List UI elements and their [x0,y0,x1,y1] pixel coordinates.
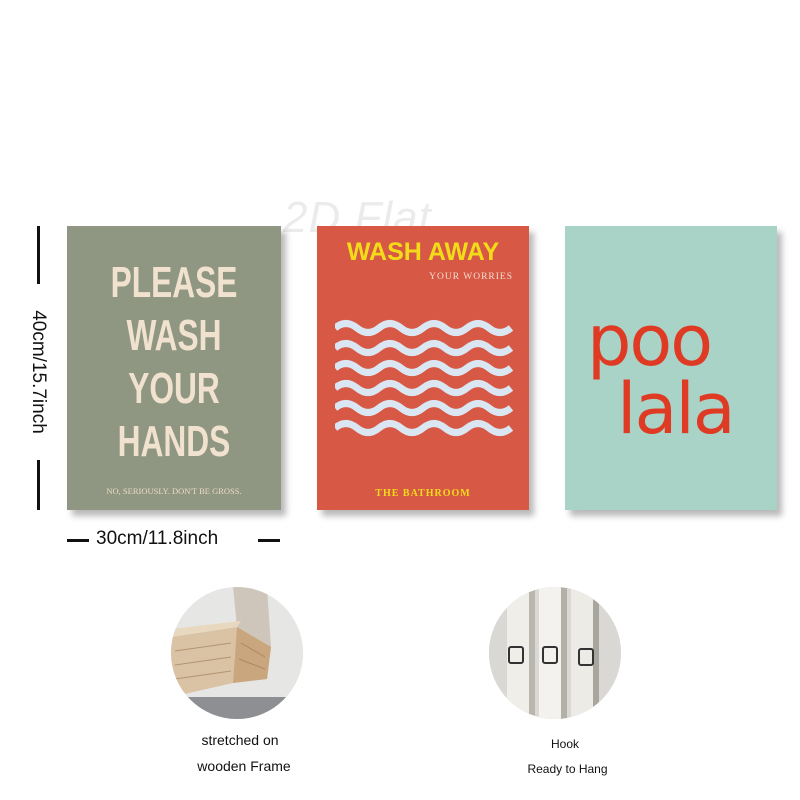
height-marker-top [37,226,40,284]
poster2-title: WASH AWAY [346,238,500,266]
poster-please-wash-hands: PLEASE WASH YOUR HANDS NO, SERIOUSLY. DO… [67,226,281,510]
feature2-line1: Hook [550,737,579,751]
poster1-line-2: WASH [126,311,222,360]
width-label: 30cm/11.8inch [96,528,219,549]
height-label: 40cm/15.7inch [28,310,49,434]
poster-wash-away: WASH AWAY YOUR WORRIES THE BATHROOM [317,226,529,510]
poster1-footer: NO, SERIOUSLY. DON'T BE GROSS. [106,486,242,496]
height-dimension: 40cm/15.7inch [13,292,63,452]
poster-poo-lala: poo lala [565,226,777,510]
poster2-footer: THE BATHROOM [375,488,471,499]
wave-line [335,380,513,396]
wave-line [335,420,513,436]
wooden-frame-icon [171,587,303,719]
poster1-line-4: HANDS [117,417,231,466]
wave-graphic [335,320,513,436]
width-marker-right [258,539,280,542]
height-marker-bottom [37,460,40,510]
width-marker-left [67,539,89,542]
wave-line [335,360,513,376]
poster3-line-2: lala [617,368,736,450]
poster3-line-1: poo [587,300,713,382]
poster2-subtitle: YOUR WORRIES [429,272,513,282]
wave-line [335,400,513,416]
hook-icon [489,587,621,719]
wave-line [335,320,513,336]
wave-line [335,340,513,356]
hook-photo [489,587,621,719]
feature1-line1: stretched on [201,732,279,748]
feature1-line2: wooden Frame [197,758,291,774]
poster1-line-1: PLEASE [110,258,238,307]
feature2-line2: Ready to Hang [527,762,608,776]
poster1-line-3: YOUR [128,364,220,413]
wooden-frame-photo [171,587,303,719]
